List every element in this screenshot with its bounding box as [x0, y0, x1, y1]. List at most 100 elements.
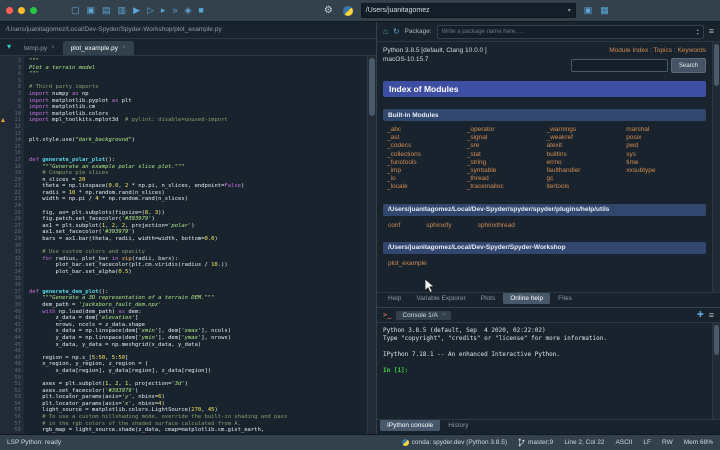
code-line[interactable]: import matplotlib.pyplot as plt [29, 98, 367, 105]
line-number[interactable]: 19 [0, 170, 21, 177]
line-number[interactable]: 58 [0, 427, 21, 434]
code-line[interactable]: x_region, y_region, z_region = ( [29, 361, 367, 368]
close-tab-icon[interactable]: × [442, 312, 446, 318]
module-index-link[interactable]: Module Index [609, 47, 648, 54]
line-number[interactable]: 10 [0, 111, 21, 118]
code-line[interactable]: # To use a custom hillshading mode, over… [29, 414, 367, 421]
code-line[interactable]: import matplotlib.colors [29, 111, 367, 118]
module-link-_stat[interactable]: _stat [467, 151, 547, 159]
run-icon[interactable]: ▶ [133, 6, 140, 15]
code-line[interactable] [29, 124, 367, 131]
line-number[interactable]: 28 [0, 229, 21, 236]
editor-scrollbar-thumb[interactable] [369, 58, 375, 116]
line-number[interactable]: 23 [0, 196, 21, 203]
module-link-xxsubtype[interactable]: xxsubtype [626, 167, 706, 175]
module-link-_tracemalloc[interactable]: _tracemalloc [467, 183, 547, 191]
module-link-marshal[interactable]: marshal [626, 126, 706, 134]
code-line[interactable]: nrows, ncols = z_data.shape [29, 322, 367, 329]
code-line[interactable]: def generate_dem_plot(): [29, 289, 367, 296]
code-line[interactable]: plot_bar.set_facecolor(plt.cm.viridis(ra… [29, 262, 367, 269]
module-link-_sre[interactable]: _sre [467, 142, 547, 150]
line-number[interactable]: 33 [0, 262, 21, 269]
search-button[interactable]: Search [671, 58, 706, 73]
code-line[interactable]: def generate_polar_plot(): [29, 157, 367, 164]
code-line[interactable]: bars = ax1.bar(theta, radii, width=width… [29, 236, 367, 243]
code-line[interactable]: width = np.pi / 4 * np.random.rand(n_sli… [29, 196, 367, 203]
code-line[interactable] [29, 131, 367, 138]
line-number[interactable]: 22 [0, 190, 21, 197]
status-interpreter[interactable]: conda: spyder.dev (Python 3.8.5) [402, 439, 507, 446]
line-number[interactable]: 48 [0, 361, 21, 368]
chevron-down-icon[interactable]: ▾ [568, 7, 571, 14]
line-number[interactable]: 55 [0, 407, 21, 414]
module-link-_imp[interactable]: _imp [387, 167, 467, 175]
save-icon[interactable]: ▤ [102, 6, 111, 15]
code-line[interactable]: # in the rgb colors of the shaded surfac… [29, 421, 367, 428]
code-line[interactable]: theta = np.linspace(0.0, 2 * np.pi, n_sl… [29, 183, 367, 190]
line-number[interactable]: 26 [0, 216, 21, 223]
code-line[interactable]: """ [29, 58, 367, 65]
code-line[interactable]: import numpy as np [29, 91, 367, 98]
code-line[interactable]: light_source = matplotlib.colors.LightSo… [29, 407, 367, 414]
line-number[interactable]: 24 [0, 203, 21, 210]
console-output[interactable]: Python 3.8.5 (default, Sep 4 2020, 02:22… [377, 323, 720, 419]
code-line[interactable]: # Third party imports [29, 84, 367, 91]
module-link-_thread[interactable]: _thread [467, 175, 547, 183]
package-input[interactable]: Write a package name here, ... ▴ ▾ [437, 25, 704, 39]
home-icon[interactable]: ⌂ [383, 28, 388, 36]
status-memory[interactable]: Mem 68% [684, 439, 713, 446]
module-link-plot_example[interactable]: plot_example [388, 260, 427, 268]
module-link-sphinxify[interactable]: sphinxify [426, 222, 451, 230]
line-number[interactable]: 21 [0, 183, 21, 190]
editor-tab-temp.py[interactable]: temp.py × [16, 41, 63, 55]
pane-tab-variable-explorer[interactable]: Variable Explorer [409, 293, 472, 304]
stop-icon[interactable]: ■ [198, 6, 203, 15]
code-line[interactable]: import mpl_toolkits.mplot3d # pylint: di… [29, 117, 367, 124]
code-line[interactable]: plt.locator_params(axis='x', nbins=4) [29, 401, 367, 408]
line-number[interactable]: 18 [0, 164, 21, 171]
run-cell-advance-icon[interactable]: ▸ [161, 6, 166, 15]
line-number[interactable]: 47 [0, 355, 21, 362]
line-number[interactable]: 36 [0, 282, 21, 289]
code-line[interactable]: import matplotlib.cm [29, 104, 367, 111]
code-line[interactable] [29, 375, 367, 382]
line-number[interactable]: 44 [0, 335, 21, 342]
module-link-_operator[interactable]: _operator [467, 126, 547, 134]
code-line[interactable]: """Generate an example polar slice plot.… [29, 164, 367, 171]
debug-icon[interactable]: ◈ [184, 6, 191, 15]
line-number[interactable]: 43 [0, 328, 21, 335]
help-scrollbar[interactable] [712, 42, 720, 292]
module-link-_locale[interactable]: _locale [387, 183, 467, 191]
line-number[interactable]: 3 [0, 65, 21, 72]
code-line[interactable]: plot_bar.set_alpha(0.5) [29, 269, 367, 276]
line-number[interactable]: 13 [0, 131, 21, 138]
module-link-_abc[interactable]: _abc [387, 126, 467, 134]
pane-tab-help[interactable]: Help [381, 293, 408, 304]
keywords-link[interactable]: Keywords [677, 47, 706, 54]
console-tab[interactable]: Console 1/A × [396, 311, 451, 320]
console-bottom-tab-ipython-console[interactable]: IPython console [380, 420, 440, 431]
status-encoding[interactable]: ASCII [615, 439, 632, 446]
line-number[interactable]: 12 [0, 124, 21, 131]
line-number[interactable]: 38 [0, 295, 21, 302]
module-link-itertools[interactable]: itertools [547, 183, 627, 191]
line-number[interactable]: 15 [0, 144, 21, 151]
line-number[interactable]: 4 [0, 71, 21, 78]
code-line[interactable] [29, 243, 367, 250]
line-number[interactable]: 14 [0, 137, 21, 144]
code-line[interactable] [29, 203, 367, 210]
status-permissions[interactable]: RW [662, 439, 673, 446]
module-link-faulthandler[interactable]: faulthandler [547, 167, 627, 175]
code-line[interactable]: n_slices = 20 [29, 177, 367, 184]
code-line[interactable] [29, 282, 367, 289]
code-line[interactable] [29, 144, 367, 151]
line-number[interactable]: 6 [0, 84, 21, 91]
code-line[interactable]: x_data = np.linspace(dem['xmin'], dem['x… [29, 328, 367, 335]
line-number[interactable]: 35 [0, 276, 21, 283]
line-number[interactable]: 54 [0, 401, 21, 408]
code-line[interactable] [29, 348, 367, 355]
code-line[interactable]: dem_path = 'jacksboro_fault_dem.npz' [29, 302, 367, 309]
code-line[interactable]: z_data = dem['elevation'] [29, 315, 367, 322]
module-link-gc[interactable]: gc [547, 175, 627, 183]
line-number[interactable]: 50 [0, 375, 21, 382]
